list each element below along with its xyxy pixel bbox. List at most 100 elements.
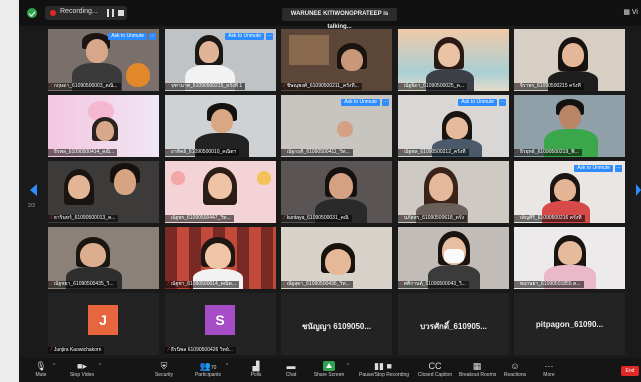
muted-mic-icon: ⁄ <box>401 281 402 287</box>
chat-label: Chat <box>285 372 297 378</box>
video-tile[interactable]: Ask to Unmute … ⁄ ณัฐพล_61090500212_ครั้ง… <box>398 95 509 157</box>
ask-to-unmute-button[interactable]: Ask to Unmute <box>341 99 380 106</box>
closed-caption-icon: CC <box>428 361 442 371</box>
recording-dot-icon <box>50 10 56 16</box>
participant-face <box>96 121 114 141</box>
more-button[interactable]: ··· More <box>539 360 559 378</box>
participant-face <box>86 39 108 63</box>
pause-recording-button[interactable]: ▮▮ ■ Pause/Stop Recording <box>359 360 409 378</box>
view-label: Vi <box>631 9 638 16</box>
video-options-chevron-icon[interactable]: ^ <box>99 363 101 369</box>
muted-mic-icon: ⁄ <box>51 149 52 155</box>
participant-name: ⁄ ศศิกานต์_61090500043_วิ... <box>398 281 469 288</box>
video-tile[interactable]: ⁄ ณัฐธิดา_61090500025_ค... <box>398 29 509 91</box>
video-tile[interactable]: ⁄ อาทิตย์_61090500010_คณิตฯ <box>165 95 276 157</box>
participant-name: ⁄ ธีรนิพล 61090500426 วิทย์... <box>165 347 236 354</box>
participant-face <box>438 43 460 67</box>
muted-mic-icon: ⁄ <box>168 215 169 221</box>
recording-label: Recording... <box>60 8 98 15</box>
video-tile[interactable]: ชนัญญา 6109050... <box>281 293 392 355</box>
video-tile[interactable]: ⁄ ณัฐชยา_61090500435_วิ... <box>48 227 159 289</box>
participant-name: ⁄ นภัสสร_61090500618_ครั้ง <box>398 215 467 222</box>
participant-name: ⁄ ธารินทร์_61090500013_ค... <box>48 215 119 222</box>
tile-more-icon[interactable]: … <box>382 99 389 106</box>
ask-to-unmute-button[interactable]: Ask to Unmute <box>108 33 147 40</box>
participant-name: ⁄ ธีรยุทธ์_61090500219_ฟิ... <box>514 149 582 156</box>
participant-face <box>341 49 363 71</box>
chat-button[interactable]: ▬ Chat <box>281 360 301 378</box>
background-shelf <box>289 35 329 65</box>
participant-face <box>199 41 219 63</box>
video-tile[interactable]: Ask to Unmute … ⁄ จุฑามาศ_61090500215_ครั… <box>165 29 276 91</box>
video-tile[interactable]: pitpagon_61090... <box>514 293 625 355</box>
avatar: J <box>88 305 118 335</box>
video-tile[interactable]: ⁄ ธีรยุทธ์_61090500219_ฟิ... <box>514 95 625 157</box>
view-button[interactable]: ▦ Vi <box>623 8 638 16</box>
end-meeting-button[interactable]: End <box>621 366 639 376</box>
audio-options-chevron-icon[interactable]: ^ <box>53 363 55 369</box>
microphone-icon: 🎙 <box>35 361 47 371</box>
pause-recording-icon[interactable] <box>107 9 114 17</box>
share-options-chevron-icon[interactable]: ^ <box>347 363 349 369</box>
video-tile[interactable]: ⁄ นภัสสร_61090500618_ครั้ง <box>398 161 509 223</box>
stop-recording-icon[interactable] <box>118 10 124 16</box>
video-tile[interactable]: ⁄ จิราพร_61090500215 ครั้งที่ <box>514 29 625 91</box>
video-tile[interactable]: J ⁄ Junjira Kaowichakorn <box>48 293 159 355</box>
participant-display-name: pitpagon_61090... <box>535 320 604 329</box>
tile-more-icon[interactable]: … <box>149 33 156 40</box>
participant-face <box>325 249 351 275</box>
participants-chevron-icon[interactable]: ^ <box>226 363 228 369</box>
ask-to-unmute-button[interactable]: Ask to Unmute <box>574 165 613 172</box>
participant-face <box>429 173 453 201</box>
breakout-rooms-grid-icon: ▦ <box>472 361 482 371</box>
video-tile[interactable]: ⁄ ชิษณุพงศ์_61090500211_ครั้งที่... <box>281 29 392 91</box>
participant-name: ⁄ เพ็ญศิริ_61090500216 ครั้งที่ <box>514 215 585 222</box>
video-tile[interactable]: ⁄ kuntaya_61090500031_คณิ <box>281 161 392 223</box>
more-label: More <box>543 372 555 378</box>
muted-mic-icon: ⁄ <box>284 83 285 89</box>
security-shield-icon[interactable] <box>27 8 37 18</box>
video-tile[interactable]: Ask to Unmute … ⁄ กฤษดา_61090500003_คณิ..… <box>48 29 159 91</box>
share-screen-button[interactable]: Share Screen <box>311 360 347 378</box>
participants-label: Participants <box>194 372 222 378</box>
video-tile[interactable]: ⁄ ธารินทร์_61090500013_ค... <box>48 161 159 223</box>
participant-face <box>559 105 581 129</box>
participants-count: 70 <box>210 365 217 371</box>
video-tile[interactable]: S ⁄ ธีรนิพล 61090500426 วิทย์... <box>165 293 276 355</box>
video-tile[interactable]: Ask to Unmute … ⁄ เพ็ญศิริ_61090500216 คร… <box>514 161 625 223</box>
recording-indicator: Recording... <box>45 6 127 20</box>
video-tile[interactable]: ⁄ ธีรพล_61090500414_คณิ... <box>48 95 159 157</box>
polls-button[interactable]: ▟ Polls <box>245 360 267 378</box>
video-tile[interactable]: Ask to Unmute … ⁄ ณัฐกฤติ_61090500411_วิท… <box>281 95 392 157</box>
participant-name: ⁄ อาทิตย์_61090500010_คณิตฯ <box>165 149 240 156</box>
video-tile[interactable]: ⁄ ศศิกานต์_61090500043_วิ... <box>398 227 509 289</box>
next-page-arrow-icon[interactable] <box>636 184 641 196</box>
ask-to-unmute-button[interactable]: Ask to Unmute <box>225 33 264 40</box>
tile-more-icon[interactable]: … <box>615 165 622 172</box>
sticker-icon <box>171 171 185 185</box>
participant-name: ⁄ ณัฐชา_61090500014_คณิต... <box>165 281 239 288</box>
video-tile[interactable]: ⁄ ณัฐสุดา_61090500436_วิท... <box>281 227 392 289</box>
participant-display-name: บวรศักดิ์_610905... <box>420 322 487 331</box>
closed-caption-button[interactable]: CC Closed Caption <box>417 360 453 378</box>
participant-face <box>558 241 582 265</box>
closed-caption-label: Closed Caption <box>417 372 453 378</box>
participant-face <box>80 243 106 267</box>
previous-page-arrow-icon[interactable] <box>30 184 37 196</box>
security-button[interactable]: ⛨ Security <box>149 360 179 378</box>
participants-button[interactable]: 👥70 Participants <box>191 360 225 378</box>
participant-face <box>208 173 232 199</box>
mute-button[interactable]: 🎙 Mute <box>29 360 53 378</box>
tile-more-icon[interactable]: … <box>499 99 506 106</box>
tile-more-icon[interactable]: … <box>266 33 273 40</box>
video-tile[interactable]: บวรศักดิ์_610905... <box>398 293 509 355</box>
ask-to-unmute-button[interactable]: Ask to Unmute <box>458 99 497 106</box>
breakout-rooms-button[interactable]: ▦ Breakout Rooms <box>459 360 496 378</box>
participant-name: ⁄ พฤกษยา_61090501855 ค... <box>514 281 584 288</box>
stop-video-button[interactable]: ■▸ Stop Video <box>65 360 99 378</box>
video-camera-icon: ■▸ <box>77 361 87 371</box>
video-tile[interactable]: ⁄ พฤกษยา_61090501855 ค... <box>514 227 625 289</box>
video-tile[interactable]: ⁄ ณัฐพร_61090500447_วิท... <box>165 161 276 223</box>
video-tile[interactable]: ⁄ ณัฐชา_61090500014_คณิต... <box>165 227 276 289</box>
reactions-button[interactable]: ☺ Reactions <box>501 360 529 378</box>
